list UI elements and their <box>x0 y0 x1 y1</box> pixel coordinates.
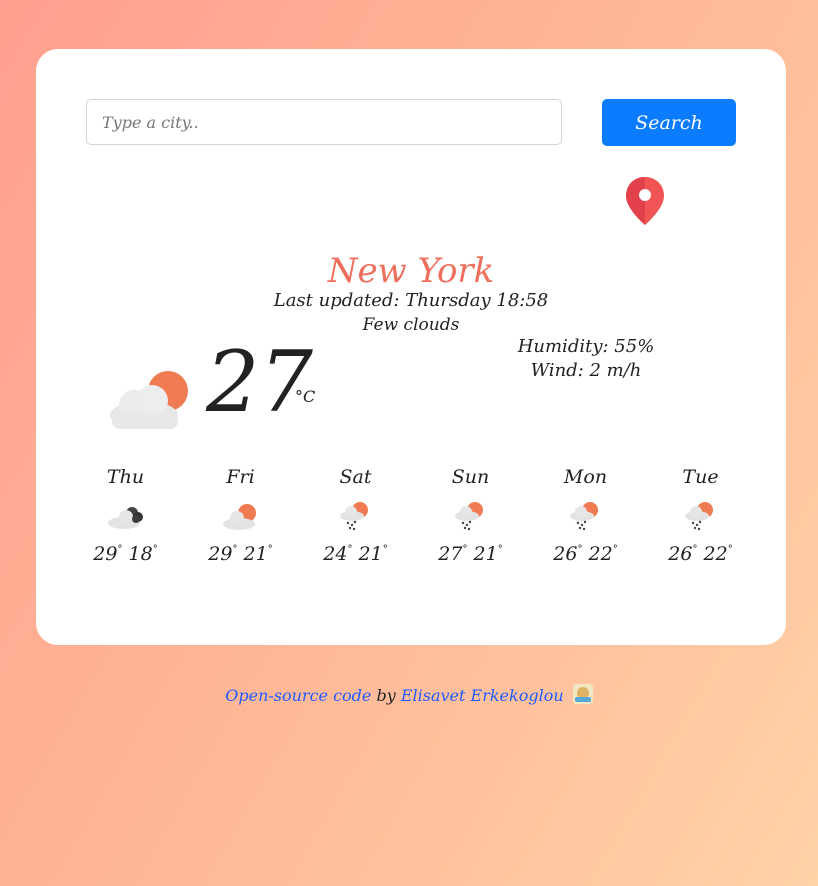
rain-icon <box>569 502 598 531</box>
temperature-unit: °C <box>295 387 316 406</box>
forecast-day-name: Sun <box>451 466 490 488</box>
city-search-input[interactable] <box>86 99 562 145</box>
forecast-day: Sat 24° 21° <box>298 463 413 567</box>
forecast-day-name: Tue <box>682 466 719 488</box>
rain-icon <box>684 502 713 531</box>
forecast-temps: 29° 18° <box>93 543 158 565</box>
forecast-temps: 24° 21° <box>323 543 388 565</box>
rain-icon <box>454 502 483 531</box>
forecast-day-name: Fri <box>226 466 255 488</box>
forecast-temps: 29° 21° <box>208 543 273 565</box>
forecast: Thu 29° 18° Fri 29° 21° Sat 24° 21° Sun … <box>68 463 760 583</box>
forecast-temps: 27° 21° <box>438 543 503 565</box>
rain-icon <box>339 502 368 531</box>
forecast-temps: 26° 22° <box>668 543 733 565</box>
forecast-day: Tue 26° 22° <box>643 463 758 567</box>
footer: Open-source code by Elisavet Erkekoglou <box>0 684 818 708</box>
technologist-emoji-icon <box>572 684 593 704</box>
forecast-day-name: Thu <box>106 466 145 488</box>
search-button[interactable]: Search <box>602 99 736 146</box>
forecast-day-name: Sat <box>339 466 372 488</box>
few-clouds-icon <box>110 371 188 429</box>
forecast-day: Mon 26° 22° <box>528 463 643 567</box>
city-name: New York <box>327 251 495 291</box>
author-link[interactable]: Elisavet Erkekoglou <box>401 686 564 705</box>
footer-by-text: by <box>371 686 401 705</box>
overcast-icon <box>107 507 143 529</box>
forecast-temps: 26° 22° <box>553 543 618 565</box>
humidity: Humidity: 55% <box>517 336 655 357</box>
weather-card: Search New York Last updated: Thursday 1… <box>36 49 786 645</box>
forecast-day: Sun 27° 21° <box>413 463 528 567</box>
forecast-day: Thu 29° 18° <box>68 463 183 567</box>
map-pin-icon[interactable] <box>624 175 666 227</box>
source-code-link[interactable]: Open-source code <box>225 686 371 705</box>
forecast-day-name: Mon <box>563 466 608 488</box>
weather-description: Few clouds <box>362 315 460 335</box>
weather-details: Humidity: 55% Wind: 2 m/h <box>476 335 696 383</box>
last-updated: Last updated: Thursday 18:58 <box>273 290 549 311</box>
forecast-day: Fri 29° 21° <box>183 463 298 567</box>
few-clouds-icon <box>222 504 256 530</box>
wind: Wind: 2 m/h <box>530 360 642 381</box>
current-temperature: 27 <box>206 333 313 431</box>
